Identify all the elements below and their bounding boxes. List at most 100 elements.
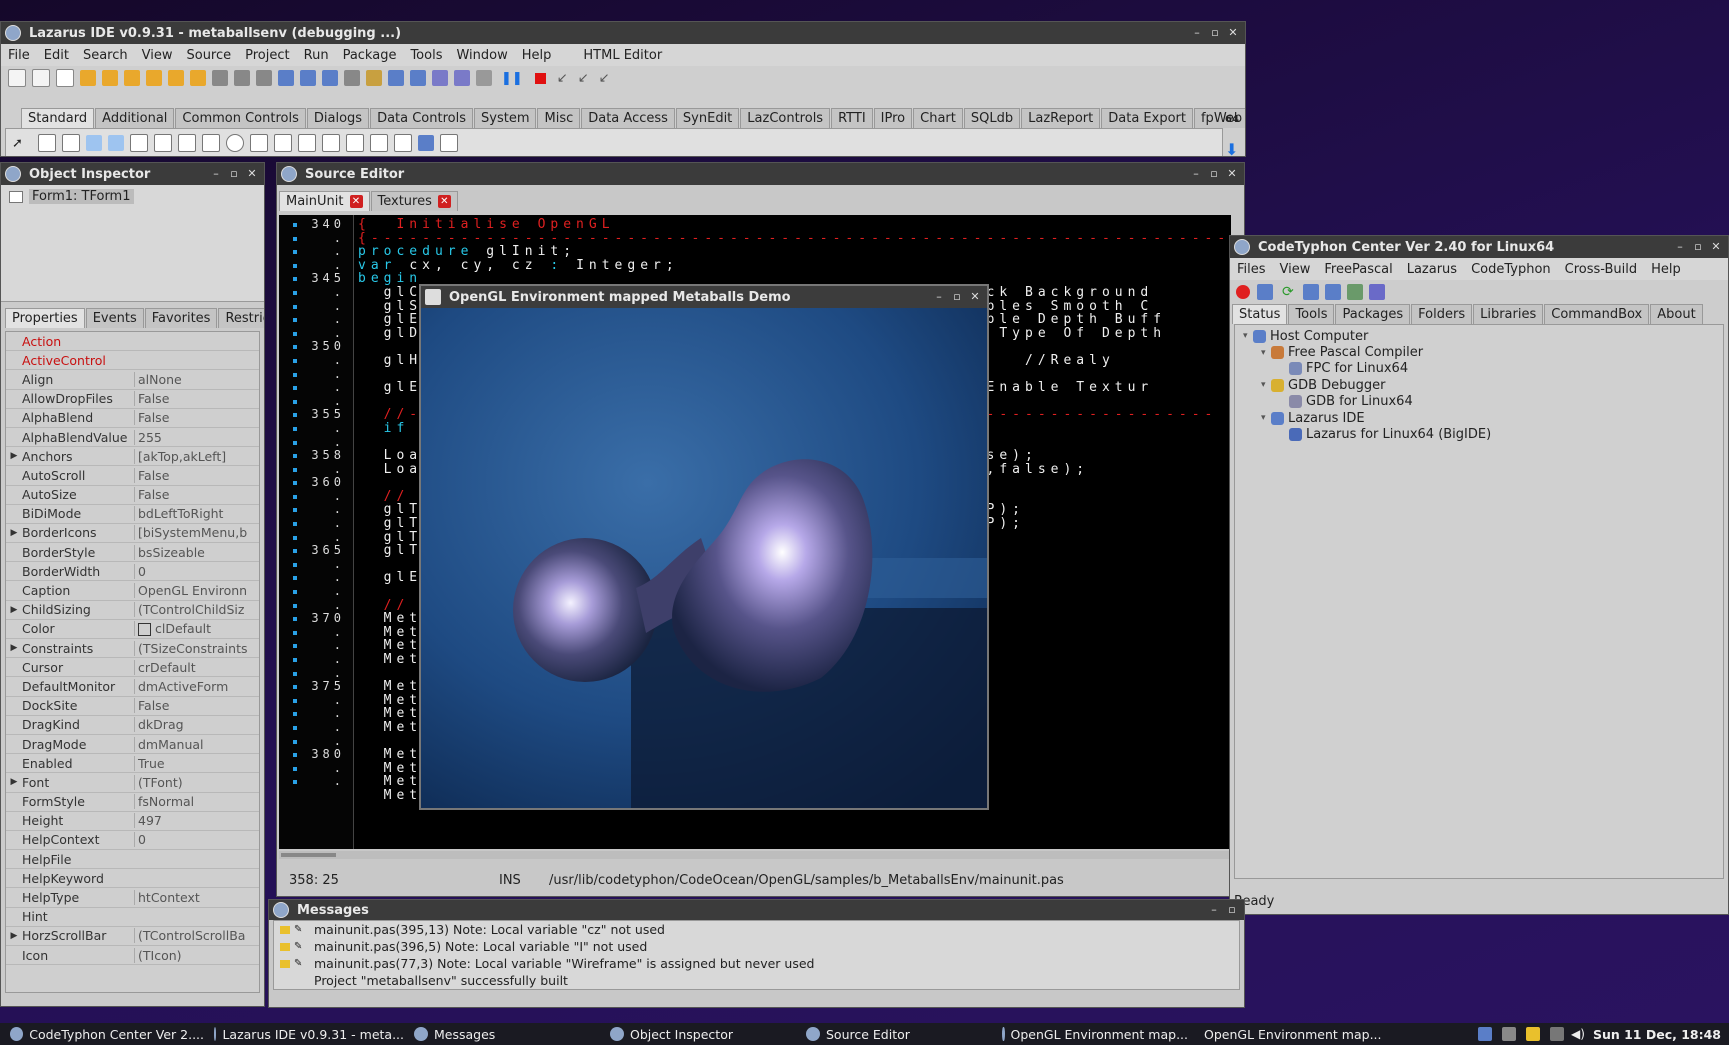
- property-value[interactable]: fsNormal: [134, 794, 259, 810]
- property-value[interactable]: False: [134, 467, 259, 483]
- property-row[interactable]: HelpContext 0: [6, 831, 259, 851]
- menu-item[interactable]: Window: [449, 48, 514, 63]
- property-row[interactable]: Action: [6, 332, 259, 352]
- build-icon[interactable]: [168, 70, 184, 86]
- tmainmenu-icon[interactable]: [37, 134, 56, 152]
- menu-item[interactable]: Search: [76, 48, 135, 63]
- new-file-icon[interactable]: [56, 69, 74, 87]
- tpopupmenu-icon[interactable]: [61, 134, 80, 152]
- tactionlist-icon[interactable]: [439, 134, 458, 152]
- palette-tab[interactable]: Chart: [913, 108, 963, 128]
- tree-expander-icon[interactable]: ▾: [1261, 380, 1271, 390]
- tree-node[interactable]: GDB for Linux64: [1235, 394, 1723, 410]
- property-value[interactable]: False: [134, 410, 259, 426]
- close-tab-icon[interactable]: ✕: [437, 195, 451, 208]
- open-icon[interactable]: [80, 70, 96, 86]
- property-row[interactable]: Color clDefault: [6, 620, 259, 639]
- maximize-icon[interactable]: ▫: [951, 291, 963, 303]
- property-value[interactable]: 255: [134, 429, 259, 445]
- property-row[interactable]: Icon (TIcon): [6, 946, 259, 966]
- menu-item[interactable]: Package: [336, 48, 404, 63]
- tree-expander-icon[interactable]: ▾: [1243, 331, 1253, 341]
- options-icon[interactable]: [190, 70, 206, 86]
- property-value[interactable]: dkDrag: [134, 717, 259, 733]
- window-icon[interactable]: [1302, 284, 1319, 300]
- palette-tab[interactable]: Misc: [537, 108, 581, 128]
- tcombobox-icon[interactable]: [273, 134, 292, 152]
- property-row[interactable]: AlphaBlendValue 255: [6, 428, 259, 448]
- palette-tab[interactable]: Standard: [21, 108, 95, 128]
- property-value[interactable]: 497: [134, 813, 259, 829]
- view-forms-icon[interactable]: [278, 70, 294, 86]
- property-value[interactable]: (TSizeConstraints: [134, 640, 259, 656]
- save-project-icon[interactable]: [146, 70, 162, 86]
- palette-tab[interactable]: RTTI: [831, 108, 873, 128]
- property-value[interactable]: 0: [134, 563, 259, 579]
- stop-icon[interactable]: [1236, 285, 1250, 299]
- close-icon[interactable]: ✕: [246, 168, 258, 180]
- tscrollbar-icon[interactable]: [297, 134, 316, 152]
- expand-arrow-icon[interactable]: ▶: [6, 931, 22, 941]
- ttogglebox-icon[interactable]: [177, 134, 196, 152]
- expand-arrow-icon[interactable]: ▶: [6, 451, 22, 461]
- expand-arrow-icon[interactable]: ▶: [6, 777, 22, 787]
- menu-item[interactable]: Help: [515, 48, 559, 63]
- center-menu-item[interactable]: Cross-Build: [1558, 262, 1645, 277]
- menu-item[interactable]: File: [1, 48, 37, 63]
- view-units-icon[interactable]: [212, 70, 228, 86]
- close-tab-icon[interactable]: ✕: [349, 195, 363, 208]
- settings-icon[interactable]: [1257, 284, 1273, 300]
- property-row[interactable]: ActiveControl: [6, 351, 259, 371]
- property-value[interactable]: False: [134, 487, 259, 503]
- inspector-tab[interactable]: Properties: [5, 308, 85, 328]
- palette-scroll-down-icon[interactable]: ⬇: [1225, 140, 1238, 156]
- property-row[interactable]: Cursor crDefault: [6, 658, 259, 678]
- open-project-icon[interactable]: [124, 70, 140, 86]
- new-unit-icon[interactable]: [8, 69, 26, 87]
- tlabel-icon[interactable]: [107, 135, 124, 151]
- center-menu-item[interactable]: CodeTyphon: [1464, 262, 1558, 277]
- power-icon[interactable]: [1550, 1027, 1565, 1041]
- property-value[interactable]: True: [134, 755, 259, 771]
- inspect-icon[interactable]: [410, 70, 426, 86]
- menu-item[interactable]: Run: [297, 48, 336, 63]
- property-row[interactable]: HelpType htContext: [6, 888, 259, 908]
- source-tab[interactable]: MainUnit ✕: [279, 191, 370, 211]
- expand-arrow-icon[interactable]: ▶: [6, 528, 22, 538]
- menu-item[interactable]: HTML Editor: [576, 48, 669, 63]
- maximize-icon[interactable]: ▫: [1208, 168, 1220, 180]
- build-all-icon[interactable]: [1368, 284, 1385, 300]
- step-out-icon[interactable]: ↙: [599, 71, 610, 86]
- pointer-icon[interactable]: ➚: [12, 136, 23, 151]
- center-menu-item[interactable]: Files: [1230, 262, 1273, 277]
- export-icon[interactable]: [1346, 284, 1363, 300]
- tbutton-icon[interactable]: [85, 135, 102, 151]
- close-icon[interactable]: ✕: [1226, 168, 1238, 180]
- tradiogroup-icon[interactable]: [345, 134, 364, 152]
- menu-item[interactable]: Tools: [403, 48, 449, 63]
- minimize-icon[interactable]: –: [210, 168, 222, 180]
- toggle-form-icon[interactable]: [300, 70, 316, 86]
- property-row[interactable]: ▶ BorderIcons [biSystemMenu,b: [6, 524, 259, 544]
- property-row[interactable]: DragMode dmManual: [6, 735, 259, 755]
- tree-node[interactable]: ▾ Host Computer: [1235, 328, 1723, 344]
- property-row[interactable]: DefaultMonitor dmActiveForm: [6, 677, 259, 697]
- property-row[interactable]: ▶ Constraints (TSizeConstraints: [6, 639, 259, 659]
- palette-tab[interactable]: LazReport: [1021, 108, 1101, 128]
- center-menu-item[interactable]: FreePascal: [1317, 262, 1399, 277]
- debug-icon[interactable]: [432, 70, 448, 86]
- new-form-2-icon[interactable]: [322, 70, 338, 86]
- tools-icon[interactable]: [344, 70, 360, 86]
- tree-expander-icon[interactable]: ▾: [1261, 348, 1271, 358]
- breakpoint-icon[interactable]: [454, 70, 470, 86]
- center-tab[interactable]: About: [1650, 304, 1703, 324]
- taskbar-item[interactable]: CodeTyphon Center Ver 2....: [0, 1027, 204, 1042]
- palette-tab[interactable]: SQLdb: [963, 108, 1021, 128]
- property-value[interactable]: bdLeftToRight: [134, 506, 259, 522]
- run-icon[interactable]: [476, 70, 492, 86]
- palette-tab[interactable]: Data Access: [581, 108, 675, 128]
- property-row[interactable]: DockSite False: [6, 697, 259, 716]
- source-editor-titlebar[interactable]: Source Editor – ▫ ✕: [277, 163, 1244, 185]
- property-value[interactable]: 0: [134, 832, 259, 848]
- palette-tab[interactable]: Data Controls: [370, 108, 473, 128]
